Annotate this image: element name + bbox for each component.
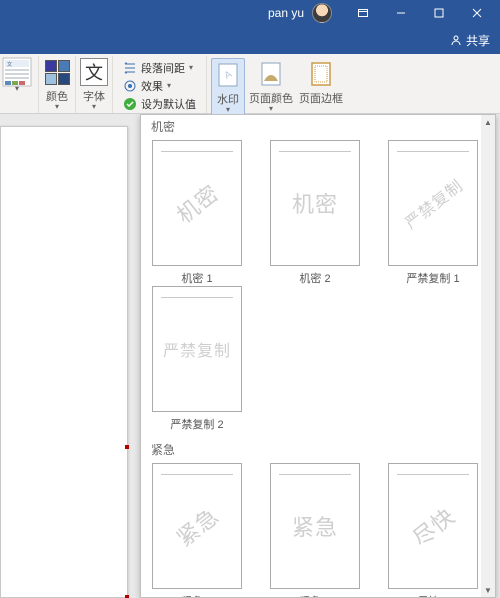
minimize-button[interactable] — [384, 0, 418, 26]
document-area: 机密机密机密 1机密机密 2严禁复制严禁复制 1严禁复制严禁复制 2紧急紧急紧急… — [0, 114, 500, 598]
watermark-thumb-label: 紧急 1 — [181, 593, 212, 597]
revision-mark — [125, 445, 129, 449]
watermark-gallery: 机密机密机密 1机密机密 2严禁复制严禁复制 1严禁复制严禁复制 2紧急紧急紧急… — [140, 114, 496, 598]
watermark-text: 严禁复制 — [163, 337, 231, 361]
chevron-down-icon: ▾ — [15, 84, 19, 93]
theme-thumb-icon[interactable]: 文 — [0, 58, 34, 86]
maximize-button[interactable] — [422, 0, 456, 26]
watermark-thumb-label: 紧急 2 — [299, 593, 330, 597]
ribbon-display-options[interactable] — [346, 0, 380, 26]
page-background-group: A 水印 ▾ 页面颜色 ▾ 页面边框 — [207, 56, 347, 113]
fonts-button[interactable]: 文 字体 ▾ — [76, 56, 113, 113]
title-bar: pan yu — [0, 0, 500, 26]
close-icon — [471, 7, 483, 19]
share-button[interactable]: 共享 — [450, 32, 490, 49]
ribbon-tab-bar: 共享 — [0, 26, 500, 54]
scroll-up-icon[interactable]: ▲ — [481, 115, 495, 129]
chevron-down-icon: ▾ — [269, 104, 273, 113]
watermark-thumb[interactable]: 紧急紧急 1 — [151, 463, 243, 597]
page-borders-label: 页面边框 — [299, 90, 343, 106]
chevron-down-icon: ▾ — [92, 102, 96, 111]
paragraph-spacing-label: 段落间距 — [141, 60, 185, 76]
minimize-icon — [395, 7, 407, 19]
watermark-preview: 尽快 — [388, 463, 478, 589]
watermark-preview: 机密 — [152, 140, 242, 266]
page-color-button[interactable]: 页面颜色 ▾ — [247, 58, 295, 117]
avatar[interactable] — [312, 3, 332, 23]
gallery-scroll[interactable]: 机密机密机密 1机密机密 2严禁复制严禁复制 1严禁复制严禁复制 2紧急紧急紧急… — [141, 115, 495, 597]
watermark-text: 紧急 — [169, 499, 225, 553]
chevron-down-icon: ▾ — [55, 102, 59, 111]
watermark-icon: A — [214, 61, 242, 89]
watermark-button[interactable]: A 水印 ▾ — [211, 58, 245, 117]
fonts-icon: 文 — [80, 58, 108, 86]
chevron-down-icon: ▾ — [226, 105, 230, 114]
watermark-thumb[interactable]: 严禁复制严禁复制 1 — [387, 140, 479, 286]
watermark-text: 机密 — [169, 176, 225, 230]
gallery-row: 机密机密 1机密机密 2严禁复制严禁复制 1严禁复制严禁复制 2 — [141, 138, 495, 438]
formatting-group: 段落间距 ▾ 效果 ▾ 设为默认值 — [113, 56, 207, 113]
watermark-thumb-label: 机密 2 — [299, 270, 330, 286]
watermark-thumb-label: 严禁复制 1 — [406, 270, 459, 286]
watermark-thumb[interactable]: 机密机密 1 — [151, 140, 243, 286]
ribbon-options-icon — [357, 7, 369, 19]
watermark-thumb-label: 严禁复制 2 — [170, 416, 223, 432]
watermark-thumb-label: 尽快 1 — [417, 593, 448, 597]
share-icon — [450, 34, 462, 46]
effects-icon — [123, 79, 137, 93]
chevron-down-icon: ▾ — [167, 81, 171, 90]
themes-partial-group: 文 ▾ — [0, 56, 39, 113]
watermark-thumb[interactable]: 机密机密 2 — [269, 140, 361, 286]
paragraph-spacing-button[interactable]: 段落间距 ▾ — [123, 60, 193, 76]
gallery-row: 紧急紧急 1紧急紧急 2尽快尽快 1 — [141, 461, 495, 597]
page-borders-button[interactable]: 页面边框 — [297, 58, 345, 117]
watermark-thumb[interactable]: 严禁复制严禁复制 2 — [151, 286, 243, 432]
gallery-section-header: 机密 — [141, 115, 495, 138]
watermark-thumb-label: 机密 1 — [181, 270, 212, 286]
colors-button[interactable]: 颜色 ▾ — [39, 56, 76, 113]
page-borders-icon — [307, 60, 335, 88]
chevron-down-icon: ▾ — [189, 63, 193, 72]
watermark-preview: 严禁复制 — [388, 140, 478, 266]
scrollbar[interactable]: ▲ ▼ — [481, 115, 495, 597]
document-page[interactable] — [0, 126, 128, 598]
effects-button[interactable]: 效果 ▾ — [123, 78, 171, 94]
watermark-thumb[interactable]: 尽快尽快 1 — [387, 463, 479, 597]
set-default-button[interactable]: 设为默认值 — [123, 96, 196, 112]
username: pan yu — [268, 6, 304, 20]
watermark-text: 机密 — [292, 187, 338, 219]
close-button[interactable] — [460, 0, 494, 26]
check-circle-icon — [123, 97, 137, 111]
svg-text:文: 文 — [7, 61, 12, 68]
effects-label: 效果 — [141, 78, 163, 94]
watermark-thumb[interactable]: 紧急紧急 2 — [269, 463, 361, 597]
scroll-down-icon[interactable]: ▼ — [481, 583, 495, 597]
set-default-label: 设为默认值 — [141, 96, 196, 112]
share-label: 共享 — [466, 32, 490, 49]
ribbon: 文 ▾ 颜色 ▾ 文 字体 ▾ — [0, 54, 500, 114]
watermark-preview: 紧急 — [270, 463, 360, 589]
maximize-icon — [433, 7, 445, 19]
watermark-preview: 紧急 — [152, 463, 242, 589]
gallery-section-header: 紧急 — [141, 438, 495, 461]
watermark-preview: 机密 — [270, 140, 360, 266]
colors-icon — [45, 60, 70, 85]
paragraph-spacing-icon — [123, 61, 137, 75]
watermark-text: 严禁复制 — [399, 173, 467, 234]
watermark-text: 紧急 — [292, 510, 338, 542]
watermark-text: 尽快 — [405, 499, 461, 553]
page-color-icon — [257, 60, 285, 88]
watermark-preview: 严禁复制 — [152, 286, 242, 412]
